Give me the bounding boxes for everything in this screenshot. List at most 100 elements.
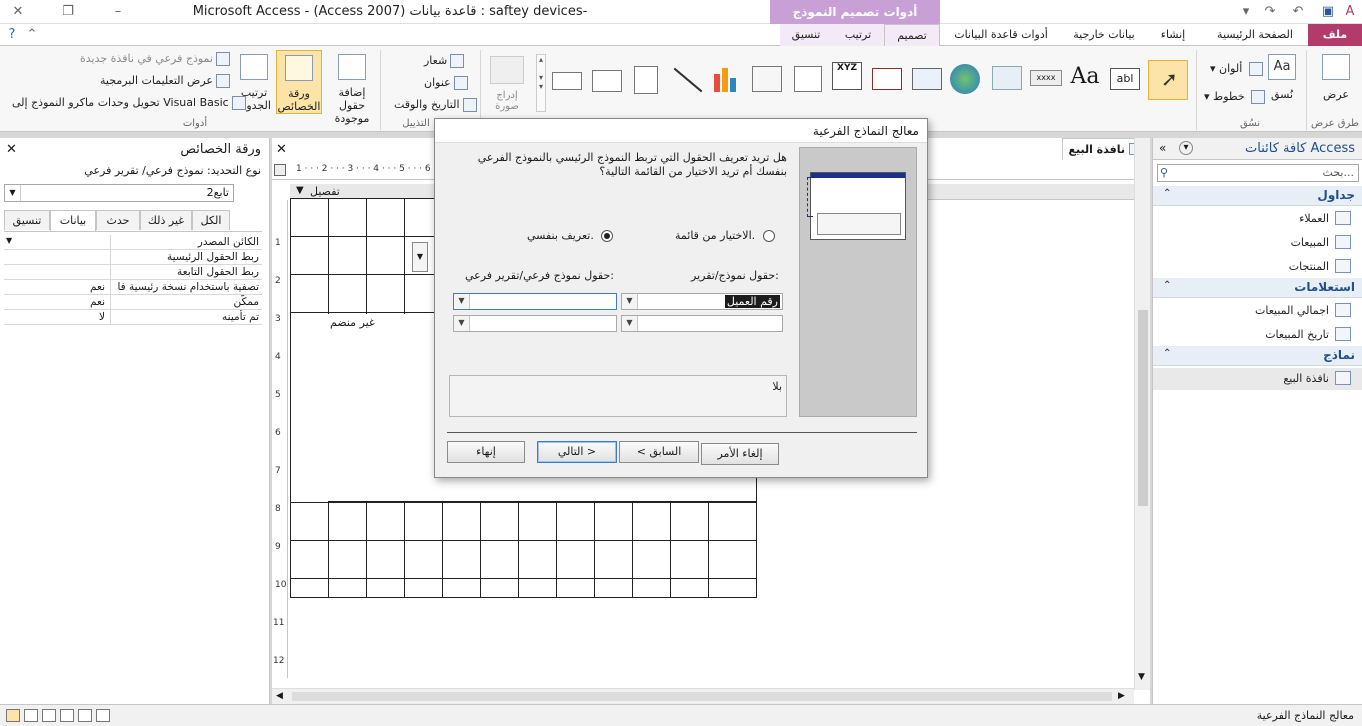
tab-format[interactable]: تنسيق (780, 24, 832, 46)
radio-define-own[interactable] (601, 230, 613, 242)
cancel-button[interactable]: إلغاء الأمر (701, 443, 779, 465)
subform-field-select-2[interactable]: ▼ (453, 315, 617, 332)
nav-header[interactable]: « ▾ كافة كائنات Access (1153, 138, 1362, 160)
nav-item-query[interactable]: اجمالي المبيعات (1153, 300, 1362, 322)
nav-section-forms[interactable]: ⌃ نماذج (1153, 346, 1362, 366)
combo-box-icon[interactable] (752, 66, 782, 92)
radio-choose-list[interactable] (763, 230, 775, 242)
nav-item-table[interactable]: المنتجات (1153, 256, 1362, 278)
collapse-pane-icon[interactable]: « (1159, 141, 1166, 155)
insert-image-icon[interactable] (490, 56, 524, 84)
close-icon[interactable]: ✕ (276, 142, 287, 157)
back-button[interactable]: < السابق (619, 441, 699, 463)
prop-row[interactable]: الكائن المصدر ▼ (4, 235, 262, 250)
chart-icon[interactable] (712, 66, 742, 92)
nav-item-table[interactable]: العملاء (1153, 208, 1362, 230)
nav-search[interactable]: ⚲ بحث... (1157, 164, 1359, 182)
nav-section-queries[interactable]: ⌃ استعلامات (1153, 278, 1362, 298)
save-icon[interactable]: ▣ (1320, 4, 1336, 20)
themes-icon[interactable]: Aa (1266, 52, 1300, 82)
subform-new-window-button[interactable]: نموذج فرعي في نافذة جديدة (80, 52, 230, 66)
prop-tab-data[interactable]: بيانات (50, 210, 96, 231)
convert-macros-button[interactable]: تحويل وحدات ماكرو النموذج إلى Visual Bas… (12, 96, 246, 110)
prop-row[interactable]: ممكّن نعم (4, 295, 262, 310)
chevron-down-icon[interactable]: ▼ (622, 316, 638, 331)
chevron-down-icon[interactable]: ▼ (454, 294, 470, 309)
prop-row[interactable]: ربط الحقول التابعة (4, 265, 262, 280)
tab-database-tools[interactable]: أدوات قاعدة البيانات (948, 24, 1054, 46)
themes-button[interactable]: نُسق (1262, 88, 1302, 101)
date-time-button[interactable]: التاريخ والوقت (394, 98, 477, 112)
tab-order-icon[interactable] (238, 52, 270, 82)
ribbon-minimize-icon[interactable]: ⌃ (24, 27, 40, 43)
option-choose-list[interactable]: الاختيار من قائمة. (675, 229, 755, 242)
prop-value[interactable]: لا (4, 310, 108, 325)
logo-button[interactable]: شعار (424, 54, 465, 68)
view-button[interactable]: عرض (1316, 88, 1356, 101)
search-icon[interactable]: ⚲ (1160, 166, 1168, 179)
redo-icon[interactable]: ↷ (1262, 4, 1278, 20)
prop-row[interactable]: تصفية باستخدام نسخة رئيسية فا نعم (4, 280, 262, 295)
chevron-down-icon[interactable]: ▼ (622, 294, 638, 309)
object-select[interactable]: ▼ تابع2 (4, 184, 234, 202)
tab-design[interactable]: تصميم (884, 24, 940, 47)
chevron-down-icon[interactable]: ▼ (454, 316, 470, 331)
add-fields-icon[interactable] (336, 52, 368, 82)
option-group-icon[interactable]: XYZ (832, 62, 862, 90)
scroll-down-icon[interactable]: ▼ (1138, 672, 1145, 682)
form-field-select-1[interactable]: ▼ رقم العميل (621, 293, 783, 310)
scroll-thumb[interactable] (292, 692, 1112, 701)
prop-value[interactable] (4, 235, 108, 250)
prop-tab-format[interactable]: تنسيق (4, 210, 50, 230)
scroll-left-icon[interactable]: ◀ (276, 691, 283, 701)
design-view-icon[interactable] (6, 709, 20, 722)
prop-row[interactable]: تم تأمينه لا (4, 310, 262, 325)
hyperlink-icon[interactable] (950, 64, 980, 94)
next-button[interactable]: التالي > (537, 441, 617, 463)
prop-value[interactable]: نعم (4, 280, 108, 295)
toggle-button-icon[interactable] (634, 66, 658, 94)
pivot-chart-view-icon[interactable] (96, 709, 110, 722)
pivot-table-view-icon[interactable] (78, 709, 92, 722)
nav-search-input[interactable]: بحث... (1323, 166, 1354, 179)
chevron-down-icon[interactable]: ▼ (412, 242, 428, 272)
web-browser-icon[interactable] (912, 68, 942, 90)
textbox-control-icon[interactable]: abl (1110, 68, 1140, 90)
tab-control-icon[interactable] (992, 66, 1022, 90)
select-pointer-icon[interactable]: ➚ (1148, 60, 1188, 100)
horizontal-scrollbar[interactable]: ◀ ▶ (272, 688, 1134, 704)
view-code-button[interactable]: عرض التعليمات البرمجية (100, 74, 230, 88)
button-control-icon[interactable]: xxxx (1030, 70, 1062, 86)
undo-icon[interactable]: ↶ (1290, 4, 1306, 20)
nav-item-query[interactable]: تاريخ المبيعات (1153, 324, 1362, 346)
form-field-select-2[interactable]: ▼ (621, 315, 783, 332)
rectangle-icon[interactable] (552, 72, 582, 90)
prop-value[interactable] (4, 265, 108, 280)
property-sheet-button[interactable]: ورقة الخصائص (276, 50, 322, 114)
nav-item-form[interactable]: نافذة البيع (1153, 368, 1362, 390)
prop-tab-all[interactable]: الكل (192, 210, 230, 230)
layout-view-icon[interactable] (24, 709, 38, 722)
add-fields-button[interactable]: إضافة حقول موجودة (324, 86, 380, 125)
navigation-control-icon[interactable] (872, 68, 902, 90)
qat-dropdown-icon[interactable]: ▾ (1238, 4, 1254, 20)
option-define-own[interactable]: تعريف بنفسي. (527, 229, 594, 242)
prop-tab-other[interactable]: غير ذلك (140, 210, 192, 230)
colors-button[interactable]: ▾ ألوان (1210, 62, 1263, 76)
fonts-button[interactable]: ▾ خطوط (1204, 90, 1266, 104)
subform-field-select-1[interactable]: ▼ (453, 293, 617, 310)
datasheet-view-icon[interactable] (60, 709, 74, 722)
tab-create[interactable]: إنشاء (1150, 24, 1196, 46)
title-button[interactable]: عنوان (424, 76, 468, 90)
vertical-scrollbar[interactable]: ▼ (1134, 138, 1150, 690)
insert-image-button[interactable]: إدراج صورة (484, 90, 530, 112)
page-break-icon[interactable] (794, 66, 822, 92)
nav-item-table[interactable]: المبيعات (1153, 232, 1362, 254)
tab-arrange[interactable]: ترتيب (832, 24, 884, 46)
line-icon[interactable] (672, 66, 703, 94)
prop-row[interactable]: ربط الحقول الرئيسية (4, 250, 262, 265)
ruler-corner[interactable] (274, 164, 286, 176)
view-icon[interactable] (1318, 52, 1354, 82)
scroll-thumb[interactable] (1138, 310, 1148, 506)
chevron-down-icon[interactable]: ▾ (1179, 141, 1193, 155)
